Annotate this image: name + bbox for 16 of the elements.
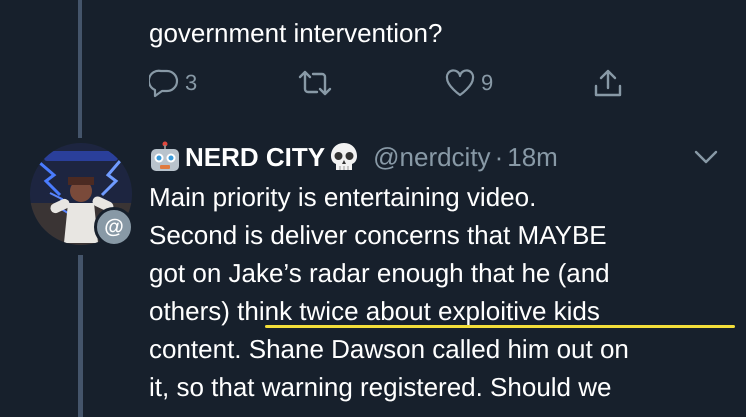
share-icon[interactable] <box>593 68 623 98</box>
skull-icon <box>329 141 360 173</box>
profile-badge: @ <box>94 207 134 247</box>
author-handle[interactable]: @nerdcity <box>373 142 491 172</box>
tweet-text: government intervention? <box>149 17 444 50</box>
reply-count: 3 <box>185 70 198 96</box>
separator-dot: · <box>494 142 504 172</box>
reply-icon[interactable] <box>149 68 179 98</box>
heart-icon[interactable] <box>445 69 475 97</box>
chevron-down-icon[interactable] <box>694 150 718 164</box>
retweet-icon[interactable] <box>297 68 333 98</box>
like-count: 9 <box>481 70 494 96</box>
author-name[interactable]: NERD CITY <box>185 142 326 172</box>
robot-icon <box>149 141 181 173</box>
tweet-text: Main priority is entertaining video. Second is deliver concerns that MAYBE got on Jake’s radar enough that he (and others) think twice about exploitive kids content. Shane Dawson called him out on it, so that warning registered. Should we <box>149 181 630 404</box>
tweet-time: 18m <box>507 142 558 172</box>
